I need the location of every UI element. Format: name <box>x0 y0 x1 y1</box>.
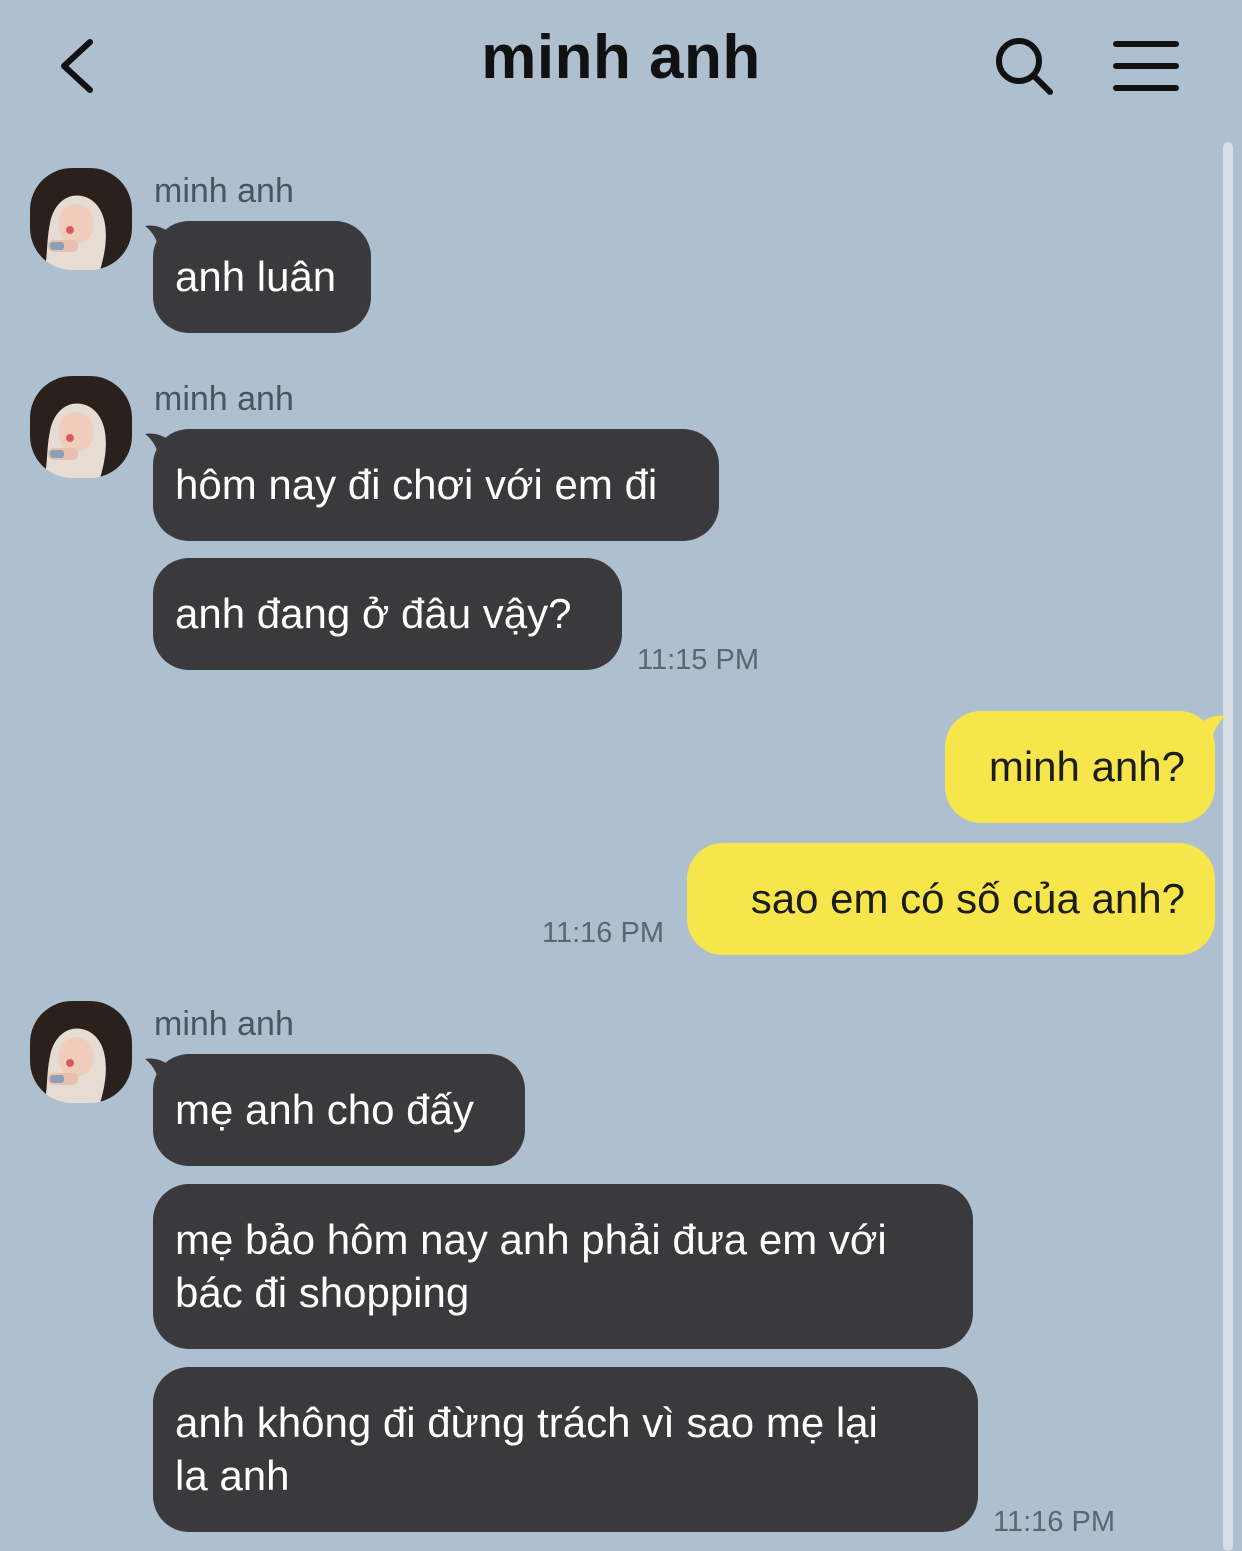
message-text-line: bác đi shopping <box>175 1269 470 1316</box>
contact-avatar[interactable] <box>30 1001 132 1103</box>
sender-name: minh anh <box>154 172 294 210</box>
message-text-line: mẹ bảo hôm nay anh phải đưa em với <box>175 1216 887 1263</box>
search-button[interactable] <box>992 34 1056 98</box>
hamburger-menu-icon <box>1113 41 1179 91</box>
menu-button[interactable] <box>1110 36 1182 96</box>
message-bubble-incoming[interactable]: anh đang ở đâu vậy? <box>153 558 622 670</box>
search-icon <box>996 38 1053 95</box>
message-timestamp: 11:16 PM <box>542 917 664 949</box>
message-text-line: la anh <box>175 1452 290 1499</box>
message-text: anh luân <box>175 253 337 300</box>
avatar-photo <box>30 376 132 478</box>
message-text: hôm nay đi chơi với em đi <box>175 461 658 508</box>
chat-header: minh anh <box>0 0 1242 130</box>
avatar-photo <box>30 1001 132 1103</box>
message-text: minh anh? <box>988 743 1185 790</box>
message-text: sao em có số của anh? <box>750 875 1185 922</box>
sender-name: minh anh <box>154 380 294 418</box>
message-timestamp: 11:15 PM <box>637 644 759 676</box>
message-text: mẹ anh cho đấy <box>175 1086 474 1133</box>
message-bubble-outgoing[interactable]: sao em có số của anh? <box>687 843 1215 955</box>
contact-avatar[interactable] <box>30 376 132 478</box>
message-text: anh đang ở đâu vậy? <box>175 590 572 637</box>
scrollbar[interactable] <box>1223 142 1233 1551</box>
message-bubble-incoming[interactable]: anh không đi đừng trách vì sao mẹ lại la… <box>153 1367 978 1532</box>
contact-avatar[interactable] <box>30 168 132 270</box>
message-bubble-incoming[interactable]: hôm nay đi chơi với em đi <box>153 429 719 541</box>
message-bubble-incoming[interactable]: mẹ bảo hôm nay anh phải đưa em với bác đ… <box>153 1184 973 1349</box>
sender-name: minh anh <box>154 1005 294 1043</box>
message-timestamp: 11:16 PM <box>993 1506 1115 1538</box>
message-text-line: anh không đi đừng trách vì sao mẹ lại <box>175 1399 878 1446</box>
message-bubble-incoming[interactable]: anh luân <box>153 221 371 333</box>
message-bubble-outgoing[interactable]: minh anh? <box>945 711 1215 823</box>
message-bubble-incoming[interactable]: mẹ anh cho đấy <box>153 1054 525 1166</box>
avatar-photo <box>30 168 132 270</box>
